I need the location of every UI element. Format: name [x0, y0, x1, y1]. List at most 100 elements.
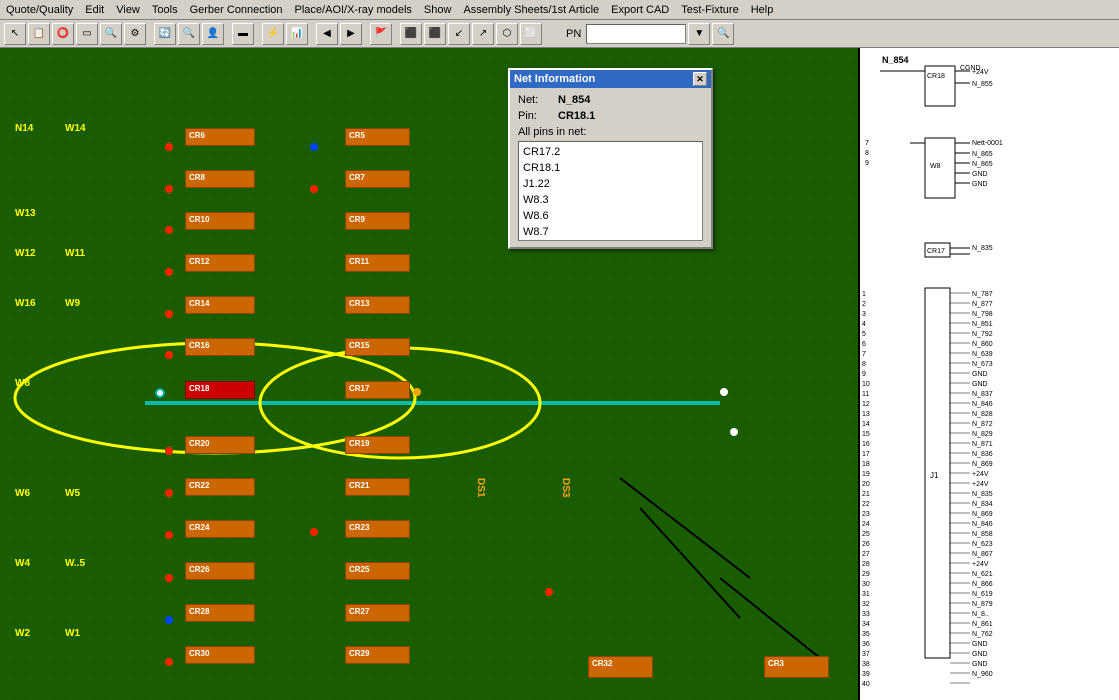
menu-assembly[interactable]: Assembly Sheets/1st Article: [457, 3, 605, 17]
comp-cr15[interactable]: CR15: [345, 338, 410, 356]
toolbar-btn-10[interactable]: ▬: [232, 23, 254, 45]
pin-item-2[interactable]: CR18.1: [521, 160, 700, 176]
comp-cr29[interactable]: CR29: [345, 646, 410, 664]
comp-cr9[interactable]: CR9: [345, 212, 410, 230]
menu-export[interactable]: Export CAD: [605, 3, 675, 17]
comp-cr12[interactable]: CR12: [185, 254, 255, 272]
comp-cr11[interactable]: CR11: [345, 254, 410, 272]
svg-text:10: 10: [862, 381, 870, 388]
comp-cr5[interactable]: CR5: [345, 128, 410, 146]
svg-text:GND: GND: [972, 641, 988, 648]
menu-quote[interactable]: Quote/Quality: [0, 3, 79, 17]
nav-label-1: N14: [15, 123, 33, 134]
pn-search[interactable]: 🔍: [712, 23, 734, 45]
pin-row: Pin: CR18.1: [518, 110, 703, 122]
comp-cr7[interactable]: CR7: [345, 170, 410, 188]
dot-red-9: [165, 531, 173, 539]
svg-text:8: 8: [865, 150, 869, 157]
menu-fixture[interactable]: Test-Fixture: [675, 3, 744, 17]
svg-text:29: 29: [862, 571, 870, 578]
svg-text:+24V: +24V: [972, 481, 989, 488]
comp-cr28[interactable]: CR28: [185, 604, 255, 622]
svg-text:8: 8: [862, 361, 866, 368]
toolbar-btn-13[interactable]: ◀: [316, 23, 338, 45]
svg-text:13: 13: [862, 411, 870, 418]
pin-item-3[interactable]: J1.22: [521, 176, 700, 192]
dot-red-3: [165, 226, 173, 234]
svg-text:N_835: N_835: [972, 245, 993, 252]
menu-tools[interactable]: Tools: [146, 3, 184, 17]
pcb-canvas[interactable]: CR6 CR8 CR10 CR12 CR14 CR16 CR18 CR20: [0, 48, 860, 700]
dot-red-10: [165, 574, 173, 582]
dot-red-11: [165, 658, 173, 666]
comp-cr32[interactable]: CR32: [588, 656, 653, 678]
toolbar-btn-12[interactable]: 📊: [286, 23, 308, 45]
comp-cr21[interactable]: CR21: [345, 478, 410, 496]
svg-text:30: 30: [862, 581, 870, 588]
comp-cr3x[interactable]: CR3: [764, 656, 829, 678]
svg-text:GND: GND: [972, 661, 988, 668]
svg-text:N_836: N_836: [972, 451, 993, 458]
comp-cr17[interactable]: CR17: [345, 381, 410, 399]
comp-cr27[interactable]: CR27: [345, 604, 410, 622]
pin-item-4[interactable]: W8.3: [521, 192, 700, 208]
nav-label-4: W12: [15, 248, 36, 259]
toolbar-btn-5[interactable]: 🔍: [100, 23, 122, 45]
comp-cr14[interactable]: CR14: [185, 296, 255, 314]
toolbar-btn-3[interactable]: ⭕: [52, 23, 74, 45]
svg-text:20: 20: [862, 481, 870, 488]
toolbar-btn-16[interactable]: ⬛: [400, 23, 422, 45]
comp-cr26[interactable]: CR26: [185, 562, 255, 580]
toolbar-btn-18[interactable]: ↙: [448, 23, 470, 45]
toolbar-btn-6[interactable]: ⚙: [124, 23, 146, 45]
toolbar-btn-21[interactable]: ⬜: [520, 23, 542, 45]
menu-help[interactable]: Help: [745, 3, 780, 17]
comp-cr24[interactable]: CR24: [185, 520, 255, 538]
pins-listbox[interactable]: CR17.2 CR18.1 J1.22 W8.3 W8.6 W8.7: [518, 141, 703, 241]
toolbar-btn-19[interactable]: ↗: [472, 23, 494, 45]
dot-blue-1: [310, 143, 318, 151]
comp-cr18[interactable]: CR18: [185, 381, 255, 399]
svg-text:N_867: N_867: [972, 551, 993, 558]
toolbar-btn-20[interactable]: ⬡: [496, 23, 518, 45]
pin-item-5[interactable]: W8.6: [521, 208, 700, 224]
toolbar-btn-7[interactable]: 🔄: [154, 23, 176, 45]
nav-label-3: W13: [15, 208, 36, 219]
toolbar-btn-15[interactable]: 🚩: [370, 23, 392, 45]
svg-text:23: 23: [862, 511, 870, 518]
menu-gerber[interactable]: Gerber Connection: [184, 3, 289, 17]
comp-cr22[interactable]: CR22: [185, 478, 255, 496]
comp-cr20[interactable]: CR20: [185, 436, 255, 454]
toolbar-btn-14[interactable]: ▶: [340, 23, 362, 45]
toolbar-btn-2[interactable]: 📋: [28, 23, 50, 45]
pin-item-1[interactable]: CR17.2: [521, 144, 700, 160]
comp-cr25[interactable]: CR25: [345, 562, 410, 580]
comp-cr23[interactable]: CR23: [345, 520, 410, 538]
comp-cr10[interactable]: CR10: [185, 212, 255, 230]
svg-text:N_762: N_762: [972, 631, 993, 638]
toolbar-btn-8[interactable]: 🔍: [178, 23, 200, 45]
pn-input[interactable]: [586, 24, 686, 44]
menu-edit[interactable]: Edit: [79, 3, 110, 17]
net-row: Net: N_854: [518, 94, 703, 106]
toolbar-btn-17[interactable]: ⬛: [424, 23, 446, 45]
svg-text:N_858: N_858: [972, 531, 993, 538]
toolbar-btn-4[interactable]: ▭: [76, 23, 98, 45]
comp-cr16[interactable]: CR16: [185, 338, 255, 356]
toolbar-btn-11[interactable]: ⚡: [262, 23, 284, 45]
toolbar-btn-9[interactable]: 👤: [202, 23, 224, 45]
comp-cr6[interactable]: CR6: [185, 128, 255, 146]
pn-dropdown[interactable]: ▼: [688, 23, 710, 45]
comp-cr19[interactable]: CR19: [345, 436, 410, 454]
net-info-close-button[interactable]: ✕: [693, 72, 707, 86]
comp-ds1: DS1: [475, 478, 486, 497]
menu-show[interactable]: Show: [418, 3, 458, 17]
menu-view[interactable]: View: [110, 3, 146, 17]
comp-cr8[interactable]: CR8: [185, 170, 255, 188]
comp-cr13[interactable]: CR13: [345, 296, 410, 314]
comp-cr30[interactable]: CR30: [185, 646, 255, 664]
pin-item-6[interactable]: W8.7: [521, 224, 700, 240]
svg-text:CR17: CR17: [927, 248, 945, 255]
toolbar-btn-1[interactable]: ↖: [4, 23, 26, 45]
menu-place[interactable]: Place/AOI/X-ray models: [289, 3, 418, 17]
